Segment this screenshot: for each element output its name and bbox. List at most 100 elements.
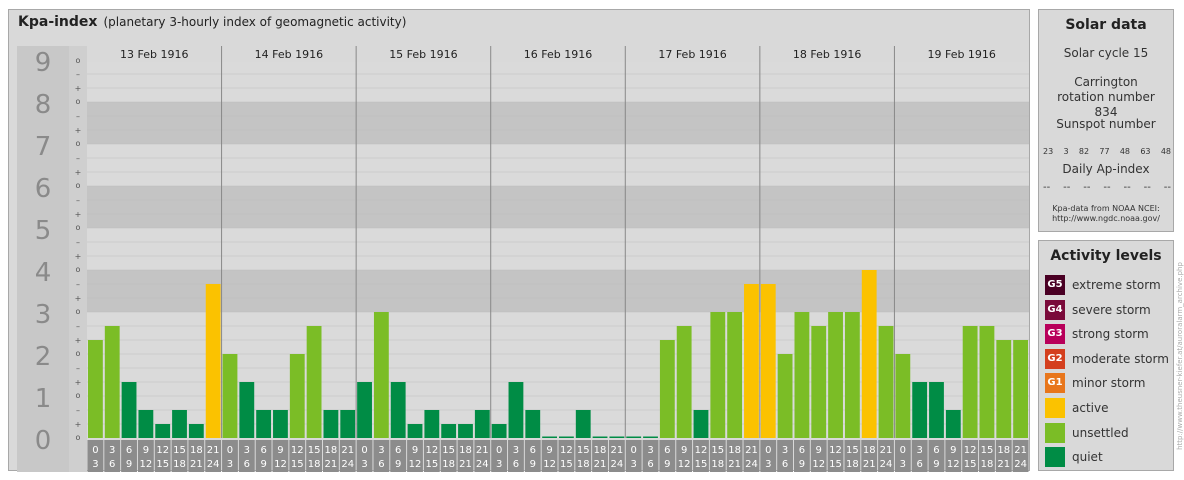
hour-end-label: 21 [728, 459, 741, 470]
ap-value: -- [1043, 182, 1051, 193]
minor-tick-label: + [75, 378, 82, 387]
kp-bar [945, 409, 961, 438]
legend-swatch [1045, 422, 1065, 443]
hour-end-label: 9 [933, 459, 939, 470]
hour-start-label: 18 [325, 445, 338, 456]
hour-start-label: 12 [695, 445, 708, 456]
kp-bar [373, 312, 389, 438]
hour-start-label: 15 [577, 445, 590, 456]
minor-tick-label: + [75, 252, 82, 261]
hour-end-label: 9 [799, 459, 805, 470]
legend-item: active [1045, 398, 1108, 418]
ap-value: -- [1123, 182, 1131, 193]
chart-subtitle: (planetary 3-hourly index of geomagnetic… [103, 15, 407, 29]
hour-end-label: 9 [260, 459, 266, 470]
minor-tick-label: + [75, 210, 82, 219]
hour-start-label: 3 [513, 445, 519, 456]
hour-start-label: 15 [846, 445, 859, 456]
hour-start-label: 0 [900, 445, 906, 456]
kp-band [87, 186, 1029, 228]
hour-start-label: 21 [745, 445, 758, 456]
hour-end-label: 21 [190, 459, 203, 470]
kp-bar [407, 424, 423, 438]
hour-end-label: 21 [997, 459, 1010, 470]
hour-end-label: 3 [361, 459, 367, 470]
kp-bar [306, 325, 322, 438]
hour-start-label: 3 [647, 445, 653, 456]
y-tick-label: 0 [35, 426, 52, 456]
minor-tick-label: + [75, 168, 82, 177]
legend-label: quiet [1072, 450, 1103, 465]
ap-value: -- [1103, 182, 1111, 193]
hour-start-label: 6 [530, 445, 536, 456]
chart-title-text: Kpa-index [18, 14, 98, 30]
kp-bar [828, 312, 843, 438]
hour-start-label: 21 [611, 445, 624, 456]
hour-start-label: 0 [631, 445, 637, 456]
kp-bar [1013, 340, 1028, 438]
kp-bar [760, 283, 776, 438]
kp-bar [222, 354, 238, 438]
legend-item: G4 severe storm [1045, 299, 1151, 320]
y-tick-label: 7 [35, 132, 52, 162]
legend-swatch [1045, 398, 1065, 418]
hour-start-label: 12 [291, 445, 304, 456]
hour-start-label: 6 [126, 445, 132, 456]
legend-swatch: G4 [1045, 299, 1065, 320]
hour-start-label: 3 [109, 445, 115, 456]
hour-end-label: 15 [291, 459, 304, 470]
minor-tick-label: o [76, 223, 81, 232]
kp-bar [710, 312, 726, 438]
hour-start-label: 6 [664, 445, 670, 456]
hour-start-label: 21 [476, 445, 489, 456]
hour-end-label: 21 [325, 459, 338, 470]
kp-bar [609, 436, 625, 438]
hour-start-label: 6 [260, 445, 266, 456]
legend-label: moderate storm [1072, 351, 1169, 366]
kp-bar [525, 409, 541, 438]
y-tick-label: 2 [35, 342, 52, 372]
hour-end-label: 21 [594, 459, 607, 470]
legend-label: unsettled [1072, 425, 1129, 440]
hour-end-label: 9 [530, 459, 536, 470]
hour-start-label: 12 [156, 445, 169, 456]
minor-tick-label: + [75, 126, 82, 135]
hour-end-label: 24 [207, 459, 220, 470]
kp-bar [693, 409, 709, 438]
hour-start-label: 18 [728, 445, 741, 456]
kp-bar [962, 325, 978, 438]
kp-bar [878, 325, 894, 438]
minor-tick-label: – [76, 280, 80, 289]
kp-bar [844, 312, 860, 438]
legend-label: minor storm [1072, 376, 1146, 391]
hour-start-label: 0 [361, 445, 367, 456]
data-credit: Kpa-data from NOAA NCEI: http://www.ngdc… [1039, 204, 1173, 224]
kp-bar [979, 325, 995, 438]
y-tick-label: 5 [35, 216, 52, 246]
hour-end-label: 18 [846, 459, 859, 470]
kp-bar [256, 409, 272, 438]
sunspot-value: 23 [1043, 147, 1054, 156]
kp-bar [441, 424, 457, 438]
hour-start-label: 3 [378, 445, 384, 456]
day-label: 13 Feb 1916 [120, 48, 188, 61]
minor-tick-label: – [76, 112, 80, 121]
hour-start-label: 0 [496, 445, 502, 456]
kp-bar [996, 340, 1012, 438]
hour-start-label: 15 [308, 445, 321, 456]
sunspot-value: 48 [1119, 147, 1131, 156]
kp-bar [777, 354, 793, 438]
legend-item: G2 moderate storm [1045, 348, 1169, 369]
hour-start-label: 9 [950, 445, 956, 456]
legend-item: G1 minor storm [1045, 373, 1146, 394]
kp-band [87, 60, 1029, 102]
y-tick-label: 6 [35, 174, 52, 204]
ap-index-title: Daily Ap-index [1062, 162, 1150, 176]
kp-bar [861, 270, 877, 438]
kp-bar [491, 424, 507, 438]
kp-bar [138, 409, 154, 438]
kp-bar [390, 382, 406, 438]
activity-levels-title: Activity levels [1050, 248, 1162, 264]
legend-item: G3 strong storm [1045, 324, 1149, 345]
legend-item: unsettled [1045, 422, 1129, 443]
